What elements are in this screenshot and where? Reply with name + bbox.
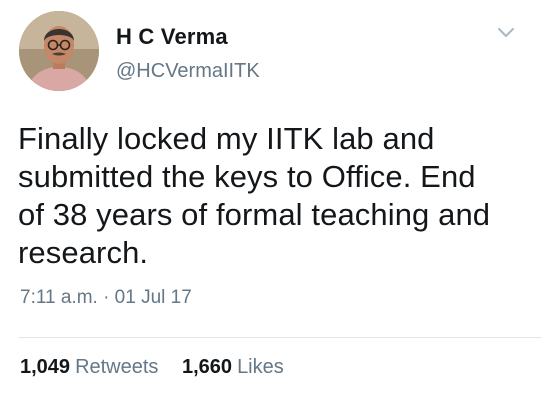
tweet-text: Finally locked my IITK lab and submitted…: [18, 121, 491, 270]
retweets-label: Retweets: [75, 356, 159, 378]
avatar[interactable]: [19, 11, 99, 91]
tweet-card: H C Verma @HCVermaIITK Finally locked my…: [0, 0, 542, 400]
tweet-stats: 1,049 Retweets 1,660 Likes: [20, 356, 284, 379]
retweets-stat[interactable]: 1,049 Retweets: [20, 356, 158, 379]
tweet-timestamp[interactable]: 7:11 a.m. · 01 Jul 17: [20, 287, 192, 309]
chevron-down-icon[interactable]: [497, 27, 515, 39]
likes-count: 1,660: [182, 356, 233, 378]
likes-stat[interactable]: 1,660 Likes: [182, 356, 284, 379]
likes-label: Likes: [237, 356, 284, 378]
display-name[interactable]: H C Verma: [116, 24, 228, 50]
divider: [18, 337, 542, 338]
retweets-count: 1,049: [20, 356, 71, 378]
profile-photo: [19, 11, 99, 91]
user-handle[interactable]: @HCVermaIITK: [116, 60, 260, 83]
